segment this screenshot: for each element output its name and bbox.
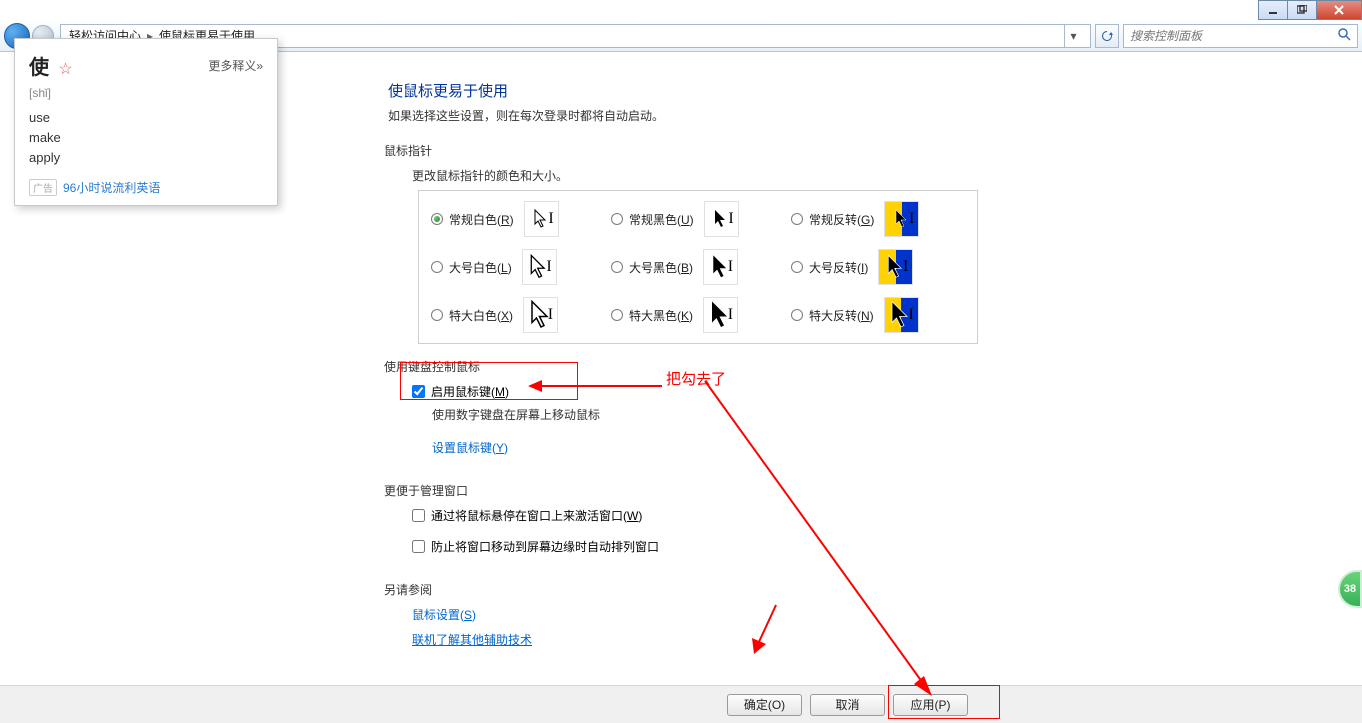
radio-large-white[interactable] (431, 261, 443, 273)
dict-word: 使 (29, 57, 49, 79)
close-button[interactable] (1316, 0, 1362, 20)
radio-xl-black[interactable] (611, 309, 623, 321)
pointer-label: 常规白色(R) (449, 211, 514, 228)
cursor-preview-large-white: I (522, 249, 557, 285)
refresh-button[interactable] (1095, 24, 1119, 48)
pointer-option-large-white[interactable]: 大号白色(L) I (419, 249, 599, 285)
dict-pinyin: [shǐ] (29, 86, 263, 100)
window-controls (1259, 0, 1362, 20)
pointer-option-xl-white[interactable]: 特大白色(X) I (419, 297, 599, 333)
breadcrumb-dropdown-icon[interactable]: ▾ (1064, 25, 1082, 47)
refresh-icon (1100, 29, 1114, 43)
page-title: 使鼠标更易于使用 (388, 80, 1322, 101)
cursor-preview-regular-white: I (524, 201, 559, 237)
annotation-arrow-3 (746, 600, 786, 660)
radio-large-black[interactable] (611, 261, 623, 273)
pointer-label: 特大反转(N) (809, 307, 874, 324)
pointer-option-regular-white[interactable]: 常规白色(R) I (419, 201, 599, 237)
radio-regular-white[interactable] (431, 213, 443, 225)
radio-regular-black[interactable] (611, 213, 623, 225)
pointer-options-box: 常规白色(R) I 常规黑色(U) I 常规反转(G) I (418, 190, 978, 344)
dict-definitions: use make apply (29, 110, 263, 165)
annotation-arrow-1 (528, 378, 664, 394)
hover-activate-checkbox[interactable] (412, 509, 425, 522)
cursor-preview-regular-invert: I (884, 201, 919, 237)
prevent-snap-label: 防止将窗口移动到屏幕边缘时自动排列窗口 (431, 538, 659, 555)
radio-large-invert[interactable] (791, 261, 803, 273)
cursor-preview-large-black: I (703, 249, 738, 285)
search-icon[interactable] (1337, 27, 1351, 44)
pointer-option-regular-invert[interactable]: 常规反转(G) I (779, 201, 959, 237)
pointer-option-large-invert[interactable]: 大号反转(I) I (779, 249, 959, 285)
dict-def: apply (29, 150, 263, 165)
cursor-preview-regular-black: I (704, 201, 739, 237)
pointer-label: 大号黑色(B) (629, 259, 693, 276)
star-icon[interactable]: ☆ (58, 61, 72, 78)
pointer-label: 常规反转(G) (809, 211, 874, 228)
pointer-option-large-black[interactable]: 大号黑色(B) I (599, 249, 779, 285)
ad-link[interactable]: 96小时说流利英语 (63, 179, 160, 196)
radio-xl-invert[interactable] (791, 309, 803, 321)
search-input[interactable] (1130, 29, 1337, 43)
dict-def: make (29, 130, 263, 145)
pointer-label: 特大白色(X) (449, 307, 513, 324)
cursor-preview-xl-black: I (703, 297, 738, 333)
more-definitions-link[interactable]: 更多释义» (208, 57, 263, 74)
search-box[interactable] (1123, 24, 1358, 48)
pointer-label: 常规黑色(U) (629, 211, 694, 228)
pointer-option-regular-black[interactable]: 常规黑色(U) I (599, 201, 779, 237)
footer-bar: 确定(O) 取消 应用(P) (0, 685, 1362, 723)
pointer-option-xl-invert[interactable]: 特大反转(N) I (779, 297, 959, 333)
pointer-label: 大号反转(I) (809, 259, 868, 276)
maximize-button[interactable] (1287, 0, 1317, 20)
pointer-label: 大号白色(L) (449, 259, 512, 276)
radio-xl-white[interactable] (431, 309, 443, 321)
dictionary-popup: 使 ☆ 更多释义» [shǐ] use make apply 广告 96小时说流… (14, 38, 278, 206)
radio-regular-invert[interactable] (791, 213, 803, 225)
pointer-option-xl-black[interactable]: 特大黑色(K) I (599, 297, 779, 333)
minimize-button[interactable] (1258, 0, 1288, 20)
page-subtitle: 如果选择这些设置，则在每次登录时都将自动启动。 (388, 107, 1322, 124)
prevent-snap-checkbox[interactable] (412, 540, 425, 553)
annotation-arrow-2 (700, 376, 940, 706)
ad-tag: 广告 (29, 179, 57, 196)
pointer-subheading: 更改鼠标指针的颜色和大小。 (412, 167, 1322, 184)
pointer-label: 特大黑色(K) (629, 307, 693, 324)
cursor-preview-large-invert: I (878, 249, 913, 285)
cursor-preview-xl-white: I (523, 297, 558, 333)
cursor-preview-xl-invert: I (884, 297, 919, 333)
hover-activate-label: 通过将鼠标悬停在窗口上来激活窗口(W) (431, 507, 642, 524)
section-mouse-pointer-label: 鼠标指针 (384, 142, 1322, 159)
dict-def: use (29, 110, 263, 125)
